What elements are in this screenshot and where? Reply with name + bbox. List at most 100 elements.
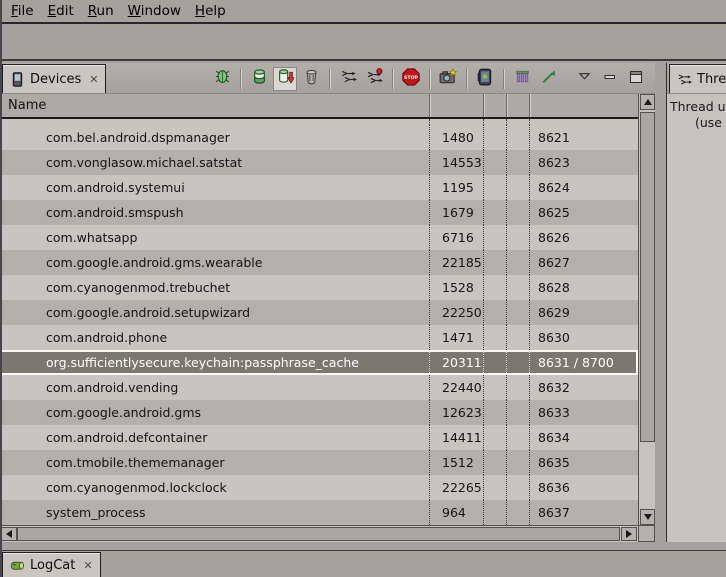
logcat-view: LogCat ✕	[0, 550, 726, 577]
scroll-down-button[interactable]	[640, 509, 655, 525]
column-header-port[interactable]	[530, 94, 638, 117]
cell-port: 8628	[530, 275, 638, 300]
threads-message-line2: (use toolbar button to enable)	[695, 115, 726, 130]
vertical-scroll-thumb[interactable]	[640, 112, 655, 442]
allocation-tracker-button[interactable]	[510, 67, 534, 91]
tab-threads[interactable]: Threads	[669, 64, 726, 93]
cell-process-name: com.whatsapp	[0, 225, 430, 250]
cell-thread-status	[507, 425, 530, 450]
left-arrow-icon	[6, 530, 12, 538]
cell-pid: 14553	[430, 150, 484, 175]
cell-process-name: com.android.vending	[0, 375, 430, 400]
table-row[interactable]: com.google.android.setupwizard 22250 862…	[0, 300, 638, 325]
maximize-button[interactable]	[624, 67, 648, 91]
cell-thread-status	[507, 275, 530, 300]
threads-icon	[340, 68, 357, 89]
cell-process-name: com.android.smspush	[0, 200, 430, 225]
horizontal-scroll-thumb[interactable]	[17, 527, 620, 541]
table-row[interactable]: com.android.systemui 1195 8624	[0, 175, 638, 200]
cell-thread-status	[507, 225, 530, 250]
table-row[interactable]: com.whatsapp 6716 8626	[0, 225, 638, 250]
threads-content: Thread updates not enabled for selected …	[667, 94, 726, 542]
view-menu-button[interactable]	[572, 67, 596, 91]
scroll-right-button[interactable]	[621, 527, 637, 541]
start-trace-button[interactable]	[536, 67, 560, 91]
sash-vertical[interactable]	[655, 63, 666, 542]
update-heap-button[interactable]	[247, 67, 271, 91]
screen-capture-button[interactable]	[436, 67, 460, 91]
cell-pid: 964	[430, 500, 484, 525]
window-left-edge	[0, 0, 2, 577]
maximize-icon	[628, 69, 644, 89]
scroll-up-button[interactable]	[640, 94, 655, 110]
cell-pid: 22440	[430, 375, 484, 400]
table-row[interactable]: com.vonglasow.michael.satstat 14553 8623	[0, 150, 638, 175]
column-header-pid[interactable]	[430, 94, 484, 117]
table-row[interactable]: system_process 964 8637	[0, 500, 638, 525]
cell-process-name: system_process	[0, 500, 430, 525]
cell-heap-status	[484, 400, 507, 425]
menu-item[interactable]: File	[4, 1, 41, 21]
tab-logcat[interactable]: LogCat ✕	[2, 552, 101, 577]
column-header-threads[interactable]	[507, 94, 530, 117]
process-table: com.bel.android.dspmanager 1480 8621 com…	[0, 119, 638, 525]
minimize-button[interactable]	[598, 67, 622, 91]
table-row[interactable]: com.android.phone 1471 8630	[0, 325, 638, 350]
scroll-left-button[interactable]	[1, 527, 17, 541]
menu-item[interactable]: Run	[81, 1, 121, 21]
table-row[interactable]: com.tmobile.thememanager 1512 8635	[0, 450, 638, 475]
threads-tab-label: Threads	[697, 72, 726, 87]
cell-port: 8626	[530, 225, 638, 250]
menu-item[interactable]: Edit	[41, 1, 81, 21]
cell-heap-status	[484, 425, 507, 450]
table-row[interactable]: com.android.defcontainer 14411 8634	[0, 425, 638, 450]
minimize-icon	[602, 69, 618, 89]
menu-item[interactable]: Help	[188, 1, 233, 21]
cell-thread-status	[507, 250, 530, 275]
cell-port: 8636	[530, 475, 638, 500]
toolbar-separator	[466, 69, 467, 89]
table-row[interactable]: com.google.android.gms.wearable 22185 86…	[0, 250, 638, 275]
cell-pid: 22250	[430, 300, 484, 325]
menu-item[interactable]: Window	[121, 1, 188, 21]
devices-tab-phone-icon	[10, 72, 25, 87]
tab-devices[interactable]: Devices ✕	[2, 64, 106, 93]
cell-pid: 20311	[430, 350, 484, 375]
cell-port: 8637	[530, 500, 638, 525]
close-icon[interactable]: ✕	[89, 73, 98, 86]
camera-icon	[439, 68, 457, 90]
close-icon[interactable]: ✕	[83, 559, 92, 572]
horizontal-scrollbar[interactable]	[0, 525, 638, 542]
dump-hprof-button[interactable]	[273, 67, 297, 91]
device-capture-button[interactable]	[473, 67, 497, 91]
cell-pid: 1480	[430, 125, 484, 150]
cell-port: 8629	[530, 300, 638, 325]
cell-thread-status	[507, 325, 530, 350]
cell-port: 8630	[530, 325, 638, 350]
devices-tabbar: Devices ✕	[0, 63, 655, 94]
sash-horizontal[interactable]	[0, 542, 726, 550]
cell-thread-status	[507, 200, 530, 225]
cell-process-name: com.google.android.setupwizard	[0, 300, 430, 325]
bars-icon	[514, 68, 531, 89]
cell-process-name: com.bel.android.dspmanager	[0, 125, 430, 150]
cell-pid: 22265	[430, 475, 484, 500]
table-row[interactable]: com.cyanogenmod.trebuchet 1528 8628	[0, 275, 638, 300]
table-row[interactable]: com.android.vending 22440 8632	[0, 375, 638, 400]
table-row[interactable]: com.bel.android.dspmanager 1480 8621	[0, 125, 638, 150]
table-row[interactable]: org.sufficientlysecure.keychain:passphra…	[0, 350, 638, 375]
cell-process-name: com.android.phone	[0, 325, 430, 350]
vertical-scrollbar[interactable]	[638, 94, 655, 525]
phone-device-icon	[476, 68, 494, 90]
table-row[interactable]: com.google.android.gms 12623 8633	[0, 400, 638, 425]
column-header-name[interactable]: Name	[0, 94, 430, 117]
cause-gc-button[interactable]	[299, 67, 323, 91]
table-row[interactable]: com.android.smspush 1679 8625	[0, 200, 638, 225]
cell-port: 8634	[530, 425, 638, 450]
stop-process-button[interactable]: STOP	[399, 67, 423, 91]
column-header-heap[interactable]	[484, 94, 507, 117]
table-row[interactable]: com.cyanogenmod.lockclock 22265 8636	[0, 475, 638, 500]
method-profiling-button[interactable]	[362, 67, 386, 91]
update-threads-button[interactable]	[336, 67, 360, 91]
debug-process-button[interactable]	[210, 67, 234, 91]
